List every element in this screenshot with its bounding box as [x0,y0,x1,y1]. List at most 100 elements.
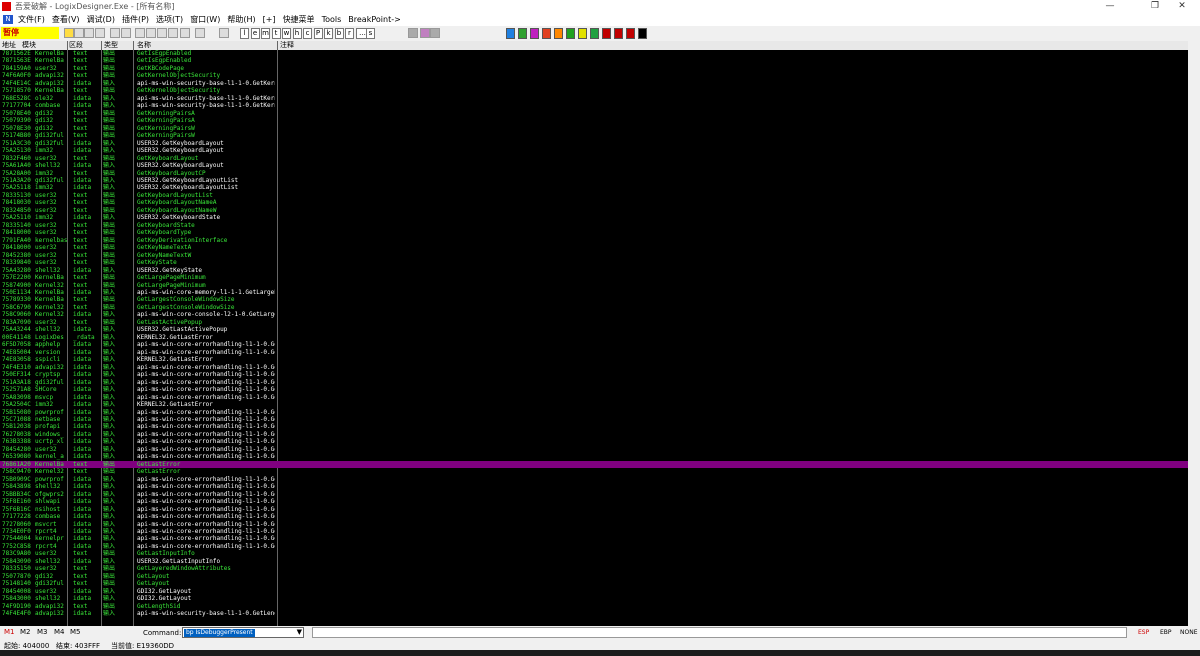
plugin-icon[interactable] [542,28,551,39]
menu-item[interactable]: 选项(T) [156,15,183,24]
mark-m2[interactable]: M2 [20,628,31,636]
menu-item[interactable]: [+] [263,15,276,24]
table-row[interactable]: 75A28A00 imm32 text 输出 GetKeyboardLayoutCP [0,170,1188,177]
table-row[interactable]: 752571A8 SHCore idata 输入 api-ms-win-core-err… [0,386,1188,393]
plugin-icon[interactable] [554,28,563,39]
toolbar-letter-button[interactable]: h [292,28,302,39]
open-icon[interactable] [64,28,74,38]
trace-over-icon[interactable] [168,28,178,38]
menu-item[interactable]: 快捷菜单 [283,15,315,24]
table-row[interactable]: 7791FA40 kernelbase text 输出 GetKeyDerivation… [0,237,1188,244]
table-row[interactable]: 768E528C ole32 idata 输入 api-ms-win-security-… [0,95,1188,102]
table-row[interactable]: 7734E0F0 rpcrt4 idata 输入 api-ms-win-core-err… [0,528,1188,535]
table-row[interactable]: 75789330 KernelBa text 输出 GetLargestConsoleW… [0,296,1188,303]
table-row[interactable]: 75077870 gdi32 text 输出 GetLayout [0,573,1188,580]
table-row[interactable]: 75718570 KernelBa text 输出 GetKernelObjectSec… [0,87,1188,94]
plugin-icon[interactable] [566,28,575,39]
names-grid[interactable]: 地址 模块 区段 类型 名称 注释 7871562E KernelBa text 输出… [0,41,1188,626]
table-row[interactable]: 763B3388 ucrtp_xl idata 输入 api-ms-win-core-e… [0,438,1188,445]
table-row[interactable]: 751A3A20 gdi32ful idata 输入 USER32.GetKeyboar… [0,177,1188,184]
table-row[interactable]: 75F8E160 shlwapi idata 输入 api-ms-win-core-er… [0,498,1188,505]
go-to-icon[interactable] [195,28,205,38]
plugin-icon[interactable] [518,28,527,39]
menu-item[interactable]: 帮助(H) [227,15,255,24]
table-row[interactable]: 78324850 user32 text 输出 GetKeyboardLayoutNam… [0,207,1188,214]
toolbar-letter-button[interactable]: w [282,28,291,39]
table-row[interactable]: 75A83098 msvcp idata 输入 api-ms-win-core-erro… [0,394,1188,401]
header-type[interactable]: 类型 [104,41,118,50]
table-row[interactable]: 77544004 kernelpr idata 输入 api-ms-win-core-e… [0,535,1188,542]
command-input[interactable]: bp IsDebuggerPresent ▼ [182,627,304,638]
mark-m5[interactable]: M5 [70,628,81,636]
plugin-icon[interactable] [578,28,587,39]
table-row[interactable]: 78418030 user32 text 输出 GetKeyboardLayoutNam… [0,199,1188,206]
menu-item[interactable]: 窗口(W) [190,15,220,24]
table-row[interactable]: 784159A0 user32 text 输出 GetKBCodePage [0,65,1188,72]
step-into-icon[interactable] [135,28,145,38]
table-row[interactable]: 76539080 kernel_a idata 输入 api-ms-win-core-e… [0,453,1188,460]
table-row[interactable]: 758C9060 Kernel32 idata 输入 api-ms-win-core-c… [0,311,1188,318]
table-row[interactable]: 74F6A0F0 advapi32 text 输出 GetKernelObjectSec… [0,72,1188,79]
toolbar-letter-button[interactable]: r [345,28,354,39]
table-row[interactable]: 757E2200 KernelBa text 输出 GetLargePageMinimu… [0,274,1188,281]
table-row[interactable]: 76861A20 KernelBa text 输出 GetLastError [0,460,1188,469]
toolbar-letter-button[interactable]: b [334,28,344,39]
table-row[interactable]: 75148140 gdi32ful text 输出 GetLayout [0,580,1188,587]
pause-icon[interactable] [121,28,131,38]
table-row[interactable]: 75BBB34C ofgwprs2 idata 输入 api-ms-win-core-e… [0,491,1188,498]
minimize-button[interactable]: — [1090,0,1130,13]
toolbar-letter-button[interactable]: P [313,28,323,39]
toolbar-letter-button[interactable]: l [240,28,249,39]
table-row[interactable]: 78454280 user32 idata 输入 api-ms-win-core-err… [0,446,1188,453]
plugin-icon[interactable] [614,28,623,39]
table-row[interactable]: 75A2504C imm32 idata 输入 KERNEL32.GetLastErro… [0,401,1188,408]
table-row[interactable]: 758C6790 Kernel32 text 输出 GetLargestConsoleW… [0,304,1188,311]
menu-item[interactable]: 插件(P) [122,15,149,24]
toolbar-letter-button[interactable]: c [303,28,312,39]
menu-item[interactable]: 调试(D) [87,15,115,24]
plugin-icon[interactable] [626,28,635,39]
table-row[interactable]: 75A25118 imm32 idata 输入 USER32.GetKeyboardLa… [0,184,1188,191]
table-row[interactable]: 75A25130 imm32 idata 输入 USER32.GetKeyboardLa… [0,147,1188,154]
table-row[interactable]: 78452380 user32 text 输出 GetKeyNameTextW [0,252,1188,259]
table-row[interactable]: 77278060 msvcrt idata 输入 api-ms-win-core-err… [0,521,1188,528]
execute-till-return-icon[interactable] [180,28,190,38]
table-row[interactable]: 7871562E KernelBa text 输出 GetIsEgpEnabled [0,50,1188,57]
toolbar-letter-button[interactable]: t [271,28,281,39]
table-row[interactable]: 75B0909C powrprof idata 输入 api-ms-win-core-e… [0,476,1188,483]
stop-icon[interactable] [95,28,105,38]
plugin-icon[interactable] [638,28,647,39]
list-icon[interactable] [408,28,418,38]
table-row[interactable]: 783A7090 user32 text 输出 GetLastActivePopup [0,319,1188,326]
menu-item[interactable]: 文件(F) [18,15,45,24]
table-row[interactable]: 75843898 shell32 idata 输入 api-ms-win-core-er… [0,483,1188,490]
mark-m1[interactable]: M1 [4,628,15,636]
menu-item[interactable]: BreakPoint-> [348,15,401,24]
table-row[interactable]: 74F4E14C advapi32 idata 输入 api-ms-win-securi… [0,80,1188,87]
header-name[interactable]: 名称 [137,41,151,50]
table-row[interactable]: 74F4E310 advapi32 idata 输入 api-ms-win-core-e… [0,364,1188,371]
table-row[interactable]: 78339840 user32 text 输出 GetKeyState [0,259,1188,266]
table-row[interactable]: 77177228 combase idata 输入 api-ms-win-core-er… [0,513,1188,520]
ebp-button[interactable]: EBP [1160,629,1172,636]
table-row[interactable]: 75C71088 netbase idata 输入 api-ms-win-core-er… [0,416,1188,423]
toolbar-letter-button[interactable]: m [261,28,270,39]
menu-item[interactable]: 查看(V) [52,15,80,24]
vertical-scrollbar[interactable] [1188,41,1200,626]
table-row[interactable]: 75A25110 imm32 idata 输入 USER32.GetKeyboardSt… [0,214,1188,221]
table-row[interactable]: 78418000 user32 text 输出 GetKeyNameTextA [0,244,1188,251]
step-over-icon[interactable] [146,28,156,38]
table-row[interactable]: 78418000 user32 text 输出 GetKeyboardType [0,229,1188,236]
header-comment[interactable]: 注释 [280,41,294,50]
table-row[interactable]: 78335150 user32 text 输出 GetLayeredWindowAttr… [0,565,1188,572]
table-row[interactable]: 75F6B16C nsihost idata 输入 api-ms-win-core-er… [0,506,1188,513]
table-row[interactable]: 7832F460 user32 text 输出 GetKeyboardLayout [0,155,1188,162]
rewind-icon[interactable] [74,28,84,38]
table-row[interactable]: 75174B80 gdi32ful text 输出 GetKerningPairsW [0,132,1188,139]
table-row[interactable]: 76278038 windows_ idata 输入 api-ms-win-core-e… [0,431,1188,438]
header-module[interactable]: 模块 [22,41,36,50]
close-button[interactable]: ✕ [1162,0,1200,13]
table-row[interactable]: 758C9470 Kernel32 text 输出 GetLastError [0,468,1188,475]
table-row[interactable]: 75874900 Kernel32 text 输出 GetLargePageMinimu… [0,282,1188,289]
table-row[interactable]: 75843090 shell32 idata 输入 USER32.GetLastInpu… [0,558,1188,565]
